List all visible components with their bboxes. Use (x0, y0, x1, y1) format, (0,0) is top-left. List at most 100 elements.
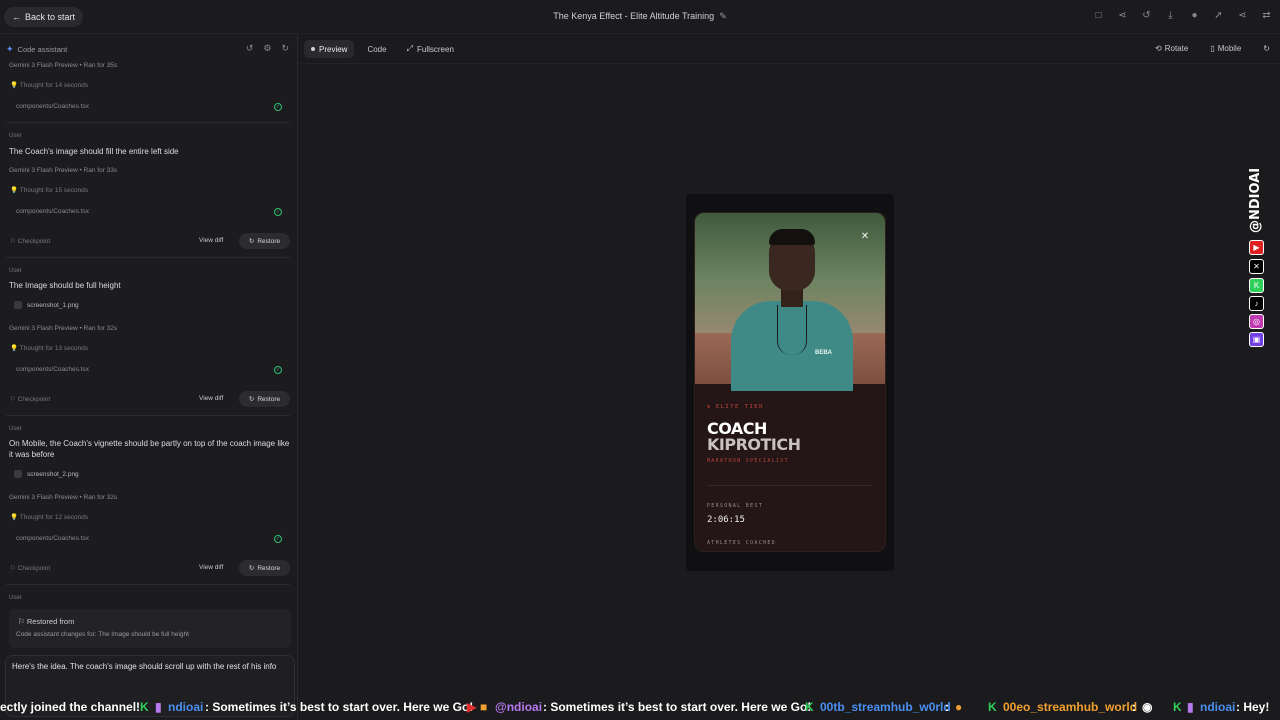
image-thumbnail (14, 470, 22, 478)
changed-file[interactable]: components/Coaches.tsx (16, 366, 89, 373)
dot-icon (311, 47, 315, 51)
trophy-icon: ♛ (707, 404, 712, 410)
badge-icon: ■ (480, 700, 488, 714)
athletes-coached-label: ATHLETES COACHED (707, 540, 776, 546)
ticker-username: @ndioai (495, 700, 543, 714)
tier-badge: ♛ ELITE TIER (707, 404, 764, 410)
project-title[interactable]: The Kenya Effect - Elite Altitude Traini… (553, 11, 714, 21)
divider (299, 63, 1280, 64)
shirt-logo: BEBA (815, 350, 833, 356)
history-icon[interactable]: ↺ (1141, 10, 1152, 21)
streamer-handle: @NDIOAI (1248, 167, 1263, 233)
top-bar: ← Back to start The Kenya Effect - Elite… (0, 0, 1280, 34)
check-icon: ✓ (274, 366, 282, 374)
restore-icon: ↻ (248, 396, 255, 403)
user-message: The Coach's image should fill the entire… (9, 147, 179, 156)
kick-icon: K (140, 700, 149, 714)
attachment[interactable]: screenshot_2.png (14, 470, 79, 478)
ticker-username: ndioai (1200, 700, 1236, 714)
ticker-message: : Sometimes it’s best to start over. Her… (205, 700, 474, 714)
x-icon: ✕ (1249, 259, 1264, 274)
changed-file[interactable]: components/Coaches.tsx (16, 208, 89, 215)
changed-file[interactable]: components/Coaches.tsx (16, 535, 89, 542)
pencil-icon[interactable]: ✎ (719, 11, 727, 21)
check-icon: ✓ (274, 208, 282, 216)
divider (6, 122, 290, 123)
rotate-button[interactable]: ⟲ Rotate (1155, 44, 1188, 53)
check-icon: ✓ (274, 535, 282, 543)
social-overlay: @NDIOAI ▶ ✕ K ♪ ◎ ▣ (1245, 162, 1269, 348)
restore-icon: ↻ (248, 565, 255, 572)
preview-tabs: Preview Code ⤢ Fullscreen (304, 40, 461, 58)
prompt-input-text[interactable]: Here's the idea. The coach's image shoul… (12, 661, 288, 672)
checkpoint-label: ⚐ Checkpoint (10, 238, 51, 245)
restore-button[interactable]: ↻ Restore (239, 560, 290, 576)
phone-icon: ▯ (1210, 44, 1215, 53)
project-title-wrap: The Kenya Effect - Elite Altitude Traini… (0, 11, 1280, 22)
ticker-username: 00eo_streamhub_world (1003, 700, 1138, 714)
view-diff-button[interactable]: View diff (199, 395, 223, 402)
rotate-icon: ⟲ (1155, 44, 1162, 53)
coach-specialty: MARATHON SPECIALIST (707, 458, 789, 464)
square-icon[interactable]: □ (1093, 10, 1104, 21)
attachment[interactable]: screenshot_1.png (14, 301, 79, 309)
personal-best-value: 2:06:15 (707, 515, 745, 525)
model-run-info: Gemini 3 Flash Preview • Ran for 33s (9, 167, 118, 174)
history-icon[interactable]: ↺ (246, 43, 254, 54)
mobile-button[interactable]: ▯ Mobile (1210, 44, 1241, 53)
ticker-message: : Sometimes it’s best to start over. Her… (543, 700, 812, 714)
user-message: On Mobile, the Coach's vignette should b… (9, 439, 290, 459)
refresh-icon[interactable]: ↻ (281, 43, 289, 54)
thought-duration[interactable]: 💡 Thought for 13 seconds (10, 344, 88, 352)
youtube-icon: ▶ (467, 700, 477, 714)
tab-fullscreen[interactable]: ⤢ Fullscreen (400, 40, 461, 58)
share-icon[interactable]: ⋖ (1237, 10, 1248, 21)
coach-name-line2: KIPROTICH (707, 435, 801, 454)
view-diff-button[interactable]: View diff (199, 237, 223, 244)
tiktok-icon: ♪ (1249, 296, 1264, 311)
share-nodes-icon[interactable]: ⋖ (1117, 10, 1128, 21)
changed-file[interactable]: components/Coaches.tsx (16, 103, 89, 110)
avatar: ◉ (1142, 700, 1153, 714)
sparkle-icon: ✦ (6, 44, 14, 54)
kick-icon: K (1249, 278, 1264, 293)
checkpoint-label: ⚐ Checkpoint (10, 396, 51, 403)
thought-duration[interactable]: 💡 Thought for 12 seconds (10, 513, 88, 521)
panel-header-icons: ↺ ⚙ ↻ (246, 43, 289, 54)
restore-icon: ↻ (248, 238, 255, 245)
user-label: User (9, 268, 22, 274)
youtube-icon: ▶ (1249, 240, 1264, 255)
divider (6, 584, 290, 585)
restore-button[interactable]: ↻ Restore (239, 233, 290, 249)
kick-icon: K (1173, 700, 1182, 714)
top-toolbar: □ ⋖ ↺ ⤓ ● ➚ ⋖ ⇄ (1093, 10, 1272, 21)
restored-detail: Code assistant changes for: The Image sh… (16, 631, 189, 638)
ticker-message: ectly joined the channel! (0, 700, 141, 714)
twitch-icon: ▣ (1249, 332, 1264, 347)
gear-icon[interactable]: ⚙ (263, 43, 271, 54)
ticker-message: : Hey! (1236, 700, 1270, 714)
personal-best-label: PERSONAL BEST (707, 503, 764, 509)
restore-button[interactable]: ↻ Restore (239, 391, 290, 407)
divider (6, 415, 290, 416)
ticker-username: ndioai (168, 700, 204, 714)
mic-icon: ▮ (1187, 700, 1194, 714)
tab-code[interactable]: Code (360, 40, 393, 58)
coach-card: BEBA ✕ ♛ ELITE TIER COACH KIPROTICH MARAT… (694, 212, 886, 552)
instagram-icon: ◎ (1249, 314, 1264, 329)
close-icon[interactable]: ✕ (858, 229, 872, 243)
tab-preview[interactable]: Preview (304, 40, 355, 58)
github-icon[interactable]: ● (1189, 10, 1200, 21)
kick-icon: K (805, 700, 814, 714)
panel-header: ✦ Code assistant (6, 44, 67, 55)
kick-icon: K (988, 700, 997, 714)
view-diff-button[interactable]: View diff (199, 564, 223, 571)
refresh-preview-icon[interactable]: ↻ (1263, 44, 1270, 53)
ticker-username: 00tb_streamhub_w0rld (820, 700, 951, 714)
user-label: User (9, 426, 22, 432)
thought-duration[interactable]: 💡 Thought for 14 seconds (10, 81, 88, 89)
collapse-icon[interactable]: ⇄ (1261, 10, 1272, 21)
download-icon[interactable]: ⤓ (1165, 10, 1176, 21)
rocket-icon[interactable]: ➚ (1213, 10, 1224, 21)
thought-duration[interactable]: 💡 Thought for 15 seconds (10, 186, 88, 194)
